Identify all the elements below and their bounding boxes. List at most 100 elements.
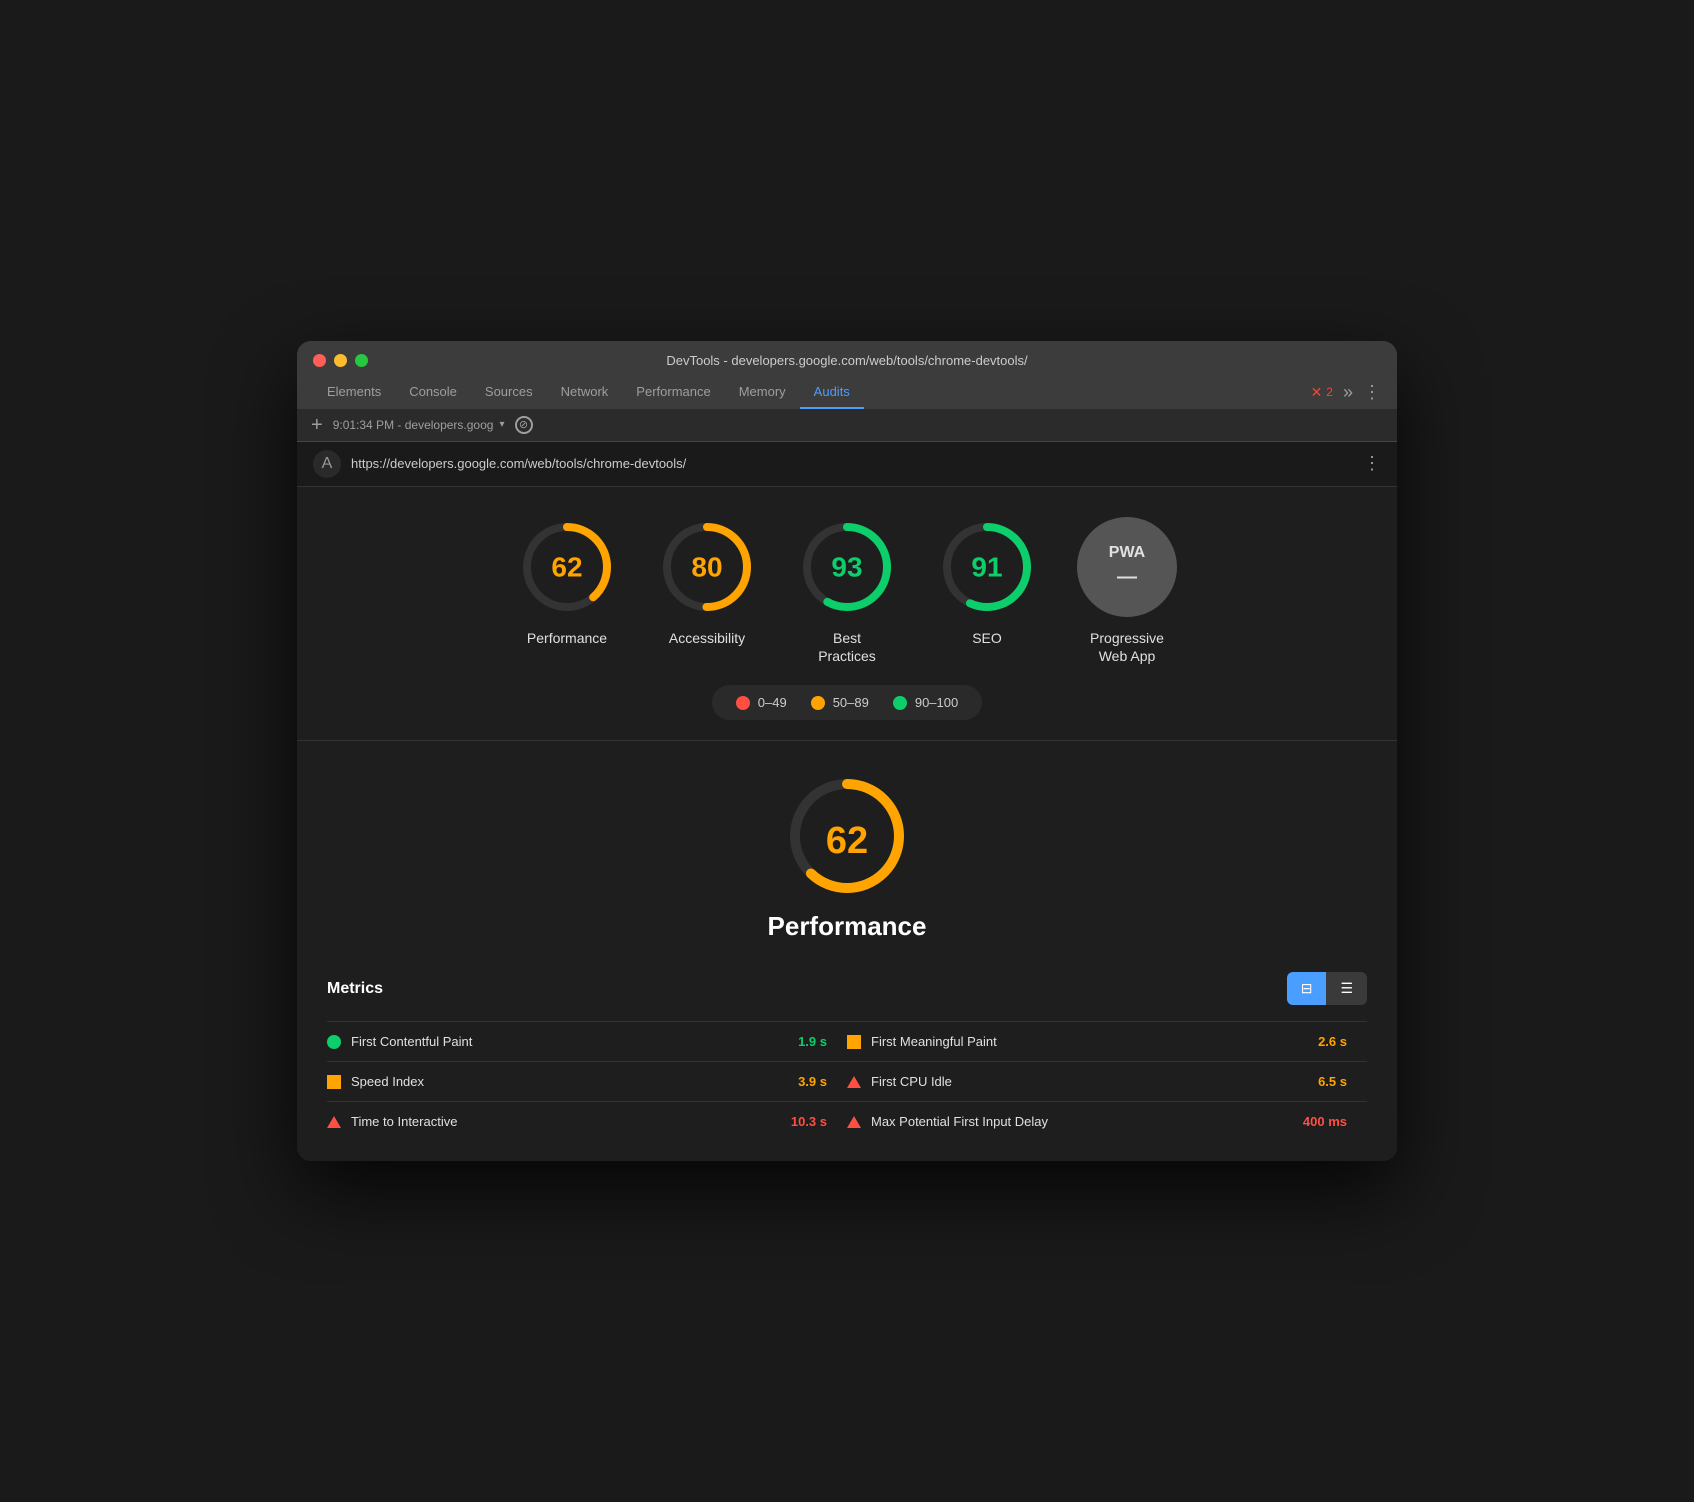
metric-cell-tti: Time to Interactive 10.3 s <box>327 1102 847 1141</box>
metric-value-fmp: 2.6 s <box>1318 1034 1367 1049</box>
metric-name-fmp: First Meaningful Paint <box>871 1034 1308 1049</box>
pwa-dash: — <box>1117 566 1137 589</box>
big-gauge-value: 62 <box>826 820 868 862</box>
score-item-pwa: PWA — ProgressiveWeb App <box>1077 517 1177 665</box>
address-bar-row: + 9:01:34 PM - developers.goog ▾ ⊘ <box>297 409 1397 442</box>
close-button[interactable] <box>313 354 326 367</box>
browser-window: DevTools - developers.google.com/web/too… <box>297 341 1397 1161</box>
metric-cell-mpfid: Max Potential First Input Delay 400 ms <box>847 1102 1367 1141</box>
divider <box>297 740 1397 741</box>
tab-sources[interactable]: Sources <box>471 376 547 409</box>
gauge-best-practices: 93 <box>797 517 897 617</box>
score-label-seo: SEO <box>972 629 1002 647</box>
tab-audits[interactable]: Audits <box>800 376 864 409</box>
tab-info: 9:01:34 PM - developers.goog ▾ <box>333 418 505 432</box>
score-label-performance: Performance <box>527 629 607 647</box>
metric-value-si: 3.9 s <box>798 1074 847 1089</box>
pwa-text: PWA <box>1109 544 1145 562</box>
indicator-si <box>327 1075 341 1089</box>
minimize-button[interactable] <box>334 354 347 367</box>
metric-name-mpfid: Max Potential First Input Delay <box>871 1114 1293 1129</box>
legend-dot-red <box>736 696 750 710</box>
devtools-menu-button[interactable]: ⋮ <box>1363 382 1381 403</box>
indicator-fmp <box>847 1035 861 1049</box>
metrics-title: Metrics <box>327 980 383 998</box>
score-item-accessibility: 80 Accessibility <box>657 517 757 647</box>
url-bar-row: A https://developers.google.com/web/tool… <box>297 442 1397 487</box>
legend-dot-orange <box>811 696 825 710</box>
indicator-fci <box>847 1076 861 1088</box>
toggle-list-button[interactable]: ☰ <box>1326 972 1367 1005</box>
more-tabs-button[interactable]: » <box>1343 382 1353 403</box>
list-icon: ☰ <box>1340 980 1353 997</box>
metrics-header: Metrics ⊟ ☰ <box>327 972 1367 1005</box>
legend-item-0: 0–49 <box>736 695 787 710</box>
tab-elements[interactable]: Elements <box>313 376 395 409</box>
score-item-performance: 62 Performance <box>517 517 617 647</box>
metric-cell-fmp: First Meaningful Paint 2.6 s <box>847 1022 1367 1061</box>
lighthouse-icon-text: A <box>322 455 333 473</box>
score-item-seo: 91 SEO <box>937 517 1037 647</box>
score-label-best-practices: BestPractices <box>818 629 876 665</box>
error-badge[interactable]: ✕ 2 <box>1311 384 1333 401</box>
metric-name-si: Speed Index <box>351 1074 788 1089</box>
metric-value-tti: 10.3 s <box>791 1114 847 1129</box>
devtools-tabs: Elements Console Sources Network Perform… <box>313 376 1381 409</box>
url-more-button[interactable]: ⋮ <box>1363 453 1381 474</box>
metric-cell-fcp: First Contentful Paint 1.9 s <box>327 1022 847 1061</box>
metric-cell-fci: First CPU Idle 6.5 s <box>847 1062 1367 1101</box>
legend-dot-green <box>893 696 907 710</box>
gauge-seo: 91 <box>937 517 1037 617</box>
toggle-grid-button[interactable]: ⊟ <box>1287 972 1327 1005</box>
metric-cell-si: Speed Index 3.9 s <box>327 1062 847 1101</box>
lighthouse-icon: A <box>313 450 341 478</box>
legend-inner: 0–49 50–89 90–100 <box>712 685 982 720</box>
big-score-label: Performance <box>768 911 927 942</box>
metric-name-fcp: First Contentful Paint <box>351 1034 788 1049</box>
window-controls <box>313 354 368 367</box>
new-tab-button[interactable]: + <box>311 415 323 435</box>
score-item-best-practices: 93 BestPractices <box>797 517 897 665</box>
gauge-value-accessibility: 80 <box>691 551 722 582</box>
score-label-accessibility: Accessibility <box>669 629 745 647</box>
view-toggle: ⊟ ☰ <box>1287 972 1367 1005</box>
tab-console[interactable]: Console <box>395 376 471 409</box>
big-gauge: 62 <box>782 771 912 901</box>
url-text[interactable]: https://developers.google.com/web/tools/… <box>351 456 1363 471</box>
error-count: 2 <box>1326 385 1333 399</box>
metric-value-mpfid: 400 ms <box>1303 1114 1367 1129</box>
metrics-row-1: Speed Index 3.9 s First CPU Idle 6.5 s <box>327 1061 1367 1101</box>
devtools-tab-right: ✕ 2 » ⋮ <box>1311 382 1381 409</box>
metric-value-fci: 6.5 s <box>1318 1074 1367 1089</box>
metric-name-tti: Time to Interactive <box>351 1114 781 1129</box>
error-x-icon: ✕ <box>1311 384 1323 401</box>
main-content: 62 Performance 80 Accessibility 93 <box>297 487 1397 1161</box>
gauge-value-seo: 91 <box>971 551 1002 582</box>
legend-item-1: 50–89 <box>811 695 869 710</box>
metrics-table: First Contentful Paint 1.9 s First Meani… <box>327 1021 1367 1141</box>
tab-dropdown-icon[interactable]: ▾ <box>499 419 504 430</box>
tab-label: 9:01:34 PM - developers.goog <box>333 418 494 432</box>
metrics-row-0: First Contentful Paint 1.9 s First Meani… <box>327 1021 1367 1061</box>
gauge-performance: 62 <box>517 517 617 617</box>
tab-memory[interactable]: Memory <box>725 376 800 409</box>
indicator-fcp <box>327 1035 341 1049</box>
maximize-button[interactable] <box>355 354 368 367</box>
window-title: DevTools - developers.google.com/web/too… <box>666 353 1027 368</box>
tab-performance[interactable]: Performance <box>622 376 724 409</box>
metrics-row-2: Time to Interactive 10.3 s Max Potential… <box>327 1101 1367 1141</box>
legend: 0–49 50–89 90–100 <box>317 685 1377 720</box>
title-bar: DevTools - developers.google.com/web/too… <box>297 341 1397 409</box>
no-throttle-icon: ⊘ <box>515 416 533 434</box>
metric-name-fci: First CPU Idle <box>871 1074 1308 1089</box>
gauge-value-best-practices: 93 <box>831 551 862 582</box>
tab-network[interactable]: Network <box>547 376 623 409</box>
gauge-value-performance: 62 <box>551 551 582 582</box>
score-label-pwa: ProgressiveWeb App <box>1090 629 1164 665</box>
gauge-accessibility: 80 <box>657 517 757 617</box>
metric-value-fcp: 1.9 s <box>798 1034 847 1049</box>
big-score-section: 62 Performance <box>317 771 1377 942</box>
legend-label-1: 50–89 <box>833 695 869 710</box>
legend-label-2: 90–100 <box>915 695 958 710</box>
legend-label-0: 0–49 <box>758 695 787 710</box>
